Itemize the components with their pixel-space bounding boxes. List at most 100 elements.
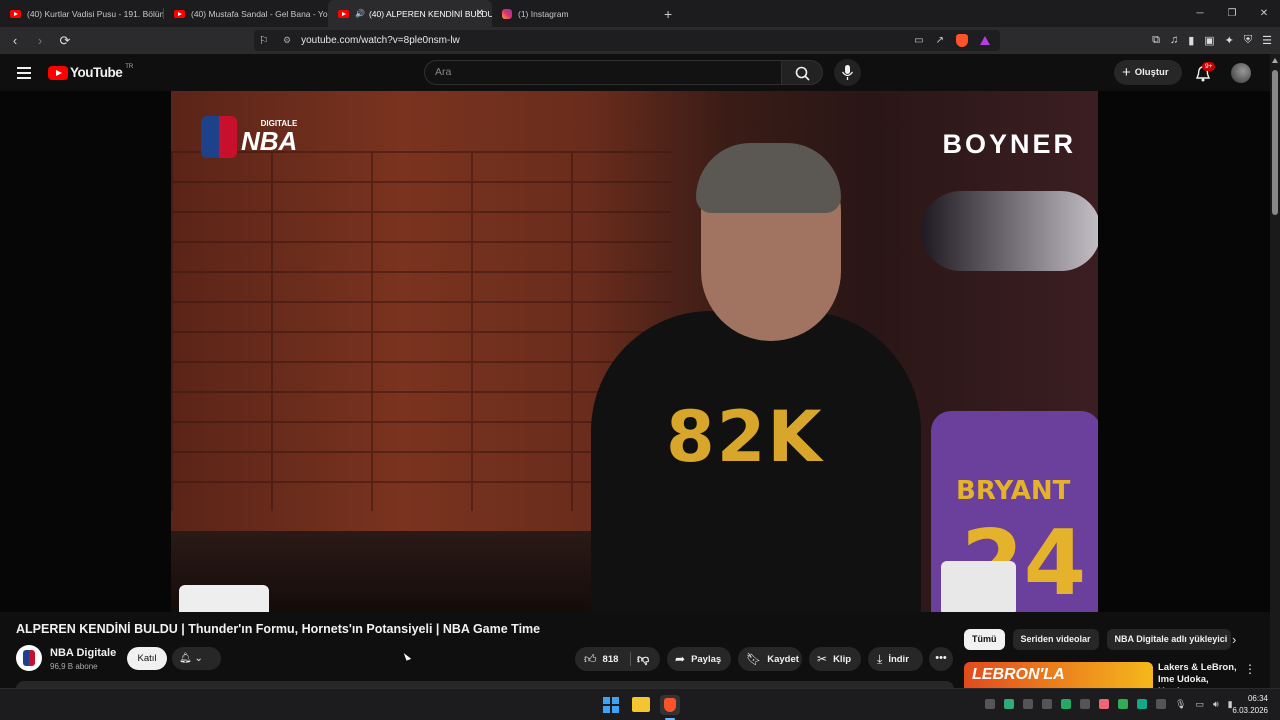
tray-icon[interactable] [1118, 699, 1128, 709]
like-button[interactable]: 👍︎ 818 👎︎ [575, 647, 660, 671]
back-button[interactable]: ‹ [5, 33, 25, 48]
tray-icon[interactable] [1137, 699, 1147, 709]
tray-icon[interactable] [1080, 699, 1090, 709]
windows-taskbar: 🎙︎ ▭ 🔊︎ ▮ 06:34 6.03.2026 [0, 688, 1280, 720]
youtube-logo[interactable]: YouTube TR [48, 63, 134, 80]
jersey-name: BRYANT [956, 476, 1071, 506]
chip-uploader[interactable]: NBA Digitale adlı yükleyici [1106, 629, 1231, 650]
notification-badge: 9+ [1202, 62, 1216, 71]
browser-tab[interactable]: (40) Mustafa Sandal - Gel Bana - YouTube [164, 0, 328, 27]
thumbs-up-icon: 👍︎ [584, 652, 597, 666]
microphone-icon[interactable]: 🎙︎ [1175, 699, 1186, 710]
browser-tab-active[interactable]: 🔊 (40) ALPEREN KENDİNİ BULDU ✕ [328, 0, 492, 27]
close-window-button[interactable]: ✕ [1248, 0, 1280, 27]
youtube-icon [338, 9, 349, 18]
address-bar[interactable]: ⚐ ⚙ youtube.com/watch?v=8ple0nsm-lw ▭ ↗ [254, 30, 1000, 51]
join-button[interactable]: Katıl [127, 647, 167, 670]
video-title: ALPEREN KENDİNİ BULDU | Thunder'ın Formu… [16, 622, 541, 636]
file-explorer-icon[interactable] [632, 697, 650, 712]
clip-button[interactable]: ✂ Klip [809, 647, 861, 671]
browser-tab[interactable]: (40) Kurtlar Vadisi Pusu - 191. Bölüm [0, 0, 164, 27]
brave-shields-icon[interactable] [956, 34, 968, 47]
restore-button[interactable]: ❐ [1216, 0, 1248, 27]
nba-digitale-logo: DIGITALE NBA [201, 116, 297, 158]
channel-name[interactable]: NBA Digitale [50, 647, 116, 659]
subscription-bell-button[interactable]: 🔔︎ ⌄ [172, 647, 221, 670]
leo-ai-icon[interactable]: ✦ [1225, 34, 1234, 47]
new-tab-button[interactable]: + [664, 6, 672, 22]
mug [179, 585, 269, 612]
voice-search-button[interactable] [834, 59, 861, 86]
nba-shield-icon [201, 116, 237, 158]
tray-icon[interactable] [985, 699, 995, 709]
reload-button[interactable]: ⟳ [55, 33, 75, 49]
youtube-icon [174, 9, 185, 18]
instagram-icon [502, 8, 512, 19]
chevron-right-icon[interactable]: › [1232, 632, 1236, 647]
more-vert-icon[interactable]: ⋮ [1244, 662, 1256, 676]
bookmark-icon[interactable]: ⚐ [259, 34, 273, 47]
recommended-thumbnail[interactable]: LEBRON'LA [964, 662, 1153, 688]
site-info-icon[interactable]: ⚙ [283, 35, 291, 46]
sweatshirt-text: 82K [666, 396, 824, 478]
brave-browser-icon[interactable] [660, 695, 680, 715]
minimize-button[interactable]: ─ [1184, 0, 1216, 27]
scroll-up-icon[interactable] [1272, 58, 1278, 63]
browser-tab[interactable]: (1) Instagram [492, 0, 656, 27]
browser-extensions: ⧉ ♫ ▮ ▣ ✦ ⛨ ☰ [1152, 34, 1272, 47]
country-code: TR [125, 63, 134, 70]
save-button[interactable]: 🔖︎ Kaydet [738, 647, 802, 671]
page-scrollbar[interactable] [1270, 54, 1280, 688]
create-button[interactable]: + Oluştur [1114, 60, 1182, 85]
logo-text: NBA [241, 126, 298, 156]
mouse-cursor [403, 651, 412, 661]
cast-icon[interactable]: ▭ [914, 35, 923, 46]
forward-button[interactable]: › [30, 33, 50, 48]
search-icon [795, 66, 810, 81]
more-actions-button[interactable]: ••• [929, 647, 953, 671]
screenshot-icon[interactable]: ⧉ [1152, 34, 1160, 47]
scrollbar-thumb[interactable] [1272, 70, 1278, 215]
search-input[interactable]: Ara [424, 60, 782, 85]
chip-all[interactable]: Tümü [964, 629, 1005, 650]
window-controls: ─ ❐ ✕ [1184, 0, 1280, 27]
media-icon[interactable]: ♫ [1170, 34, 1178, 47]
share-button[interactable]: ➦ Paylaş [667, 647, 731, 671]
network-icon[interactable]: ▭ [1195, 699, 1204, 710]
channel-avatar[interactable] [16, 645, 42, 671]
guide-menu-icon[interactable] [17, 67, 31, 82]
chip-series[interactable]: Seriden videolar [1012, 629, 1099, 650]
youtube-header: YouTube TR Ara + Oluştur 9+ [0, 54, 1270, 91]
tray-icon[interactable] [1061, 699, 1071, 709]
menu-icon[interactable]: ☰ [1262, 34, 1272, 47]
tray-icon[interactable] [1099, 699, 1109, 709]
url-text[interactable]: youtube.com/watch?v=8ple0nsm-lw [301, 35, 460, 46]
youtube-play-icon [48, 65, 68, 80]
download-icon: ⤓ [877, 652, 883, 666]
sneakers-display [921, 191, 1098, 271]
thumbs-down-icon[interactable]: 👎︎ [637, 647, 649, 671]
volume-icon[interactable]: 🔊︎ [1213, 699, 1219, 710]
wallet-icon[interactable]: ▣ [1204, 34, 1214, 47]
tray-icon[interactable] [1156, 699, 1166, 709]
system-tray: 🎙︎ ▭ 🔊︎ ▮ [985, 699, 1233, 710]
account-avatar[interactable] [1231, 63, 1251, 83]
download-button[interactable]: ⤓ İndir [868, 647, 923, 671]
share-icon[interactable]: ↗ [936, 35, 944, 46]
tab-title: (1) Instagram [518, 8, 569, 19]
tray-icon[interactable] [1004, 699, 1014, 709]
windows-start-icon[interactable] [603, 697, 619, 713]
close-tab-icon[interactable]: ✕ [476, 8, 484, 19]
tray-icon[interactable] [1042, 699, 1052, 709]
search-button[interactable] [781, 60, 823, 85]
vpn-icon[interactable]: ⛨ [1244, 34, 1252, 47]
taskbar-clock[interactable]: 06:34 6.03.2026 [1228, 693, 1268, 717]
brave-rewards-icon[interactable] [980, 36, 990, 45]
speaker-icon[interactable]: 🔊 [355, 9, 365, 18]
video-player[interactable]: BRYANT 24 82K DIGITALE NBA BOYNER [171, 91, 1098, 612]
logo-text: YouTube [70, 65, 123, 80]
sidebar-icon[interactable]: ▮ [1188, 34, 1194, 47]
save-label: Kaydet [767, 654, 799, 665]
clock-date: 6.03.2026 [1232, 706, 1268, 715]
tray-icon[interactable] [1023, 699, 1033, 709]
